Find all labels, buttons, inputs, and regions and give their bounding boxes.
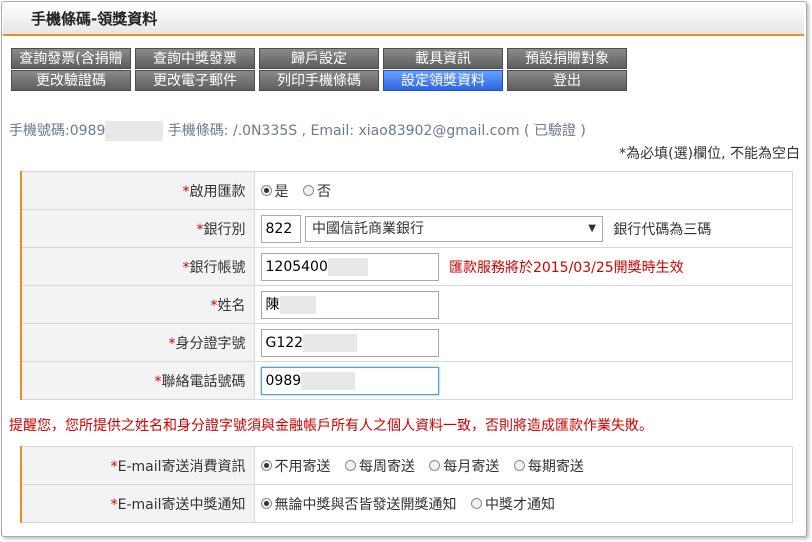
form-row-consume-email: *E-mail寄送消費資訊 不用寄送 每周寄送 每月寄送 每期寄送 (20, 446, 793, 485)
barcode-email-text: 手機條碼: /.0N335S , Email: xiao83902@gmail.… (167, 123, 586, 139)
chevron-down-icon: ▼ (588, 222, 596, 234)
phone-input[interactable]: 0989 (260, 366, 439, 395)
bank-name-select[interactable]: 中國信託商業銀行 ▼ (304, 215, 603, 242)
prize-email-options: 無論中獎與否皆發送開獎通知 中獎才通知 (253, 484, 793, 523)
bank-code-hint: 銀行代碼為三碼 (613, 221, 712, 238)
form-row-name: *姓名 陳 (20, 285, 793, 324)
remit-effective-notice: 匯款服務將於2015/03/25開獎時生效 (448, 259, 684, 276)
form-row-account: *銀行帳號 1205400 匯款服務將於2015/03/25開獎時生效 (20, 247, 793, 286)
nav-logout-button[interactable]: 登出 (507, 70, 627, 91)
account-fields: 1205400 匯款服務將於2015/03/25開獎時生效 (253, 247, 793, 286)
bank-account-input[interactable]: 1205400 (260, 252, 439, 281)
required-note: *為必填(選)欄位, 不能為空白 (619, 146, 800, 162)
consume-weekly-radio[interactable] (344, 460, 356, 471)
name-field-cell: 陳 (253, 285, 793, 324)
tel-field-cell: 0989 (253, 361, 793, 400)
account-info: 手機號碼:0989 手機條碼: /.0N335S , Email: xiao83… (9, 120, 586, 141)
page-header: 手機條碼-領獎資料 (3, 2, 804, 36)
prize-always-radio[interactable] (260, 498, 272, 509)
nav-default-donee-button[interactable]: 預設捐贈對象 (507, 48, 627, 69)
tel-label: *聯絡電話號碼 (20, 361, 255, 400)
nav-row-1: 查詢發票(含捐贈 查詢中獎發票 歸戶設定 載具資訊 預設捐贈對象 (11, 48, 627, 69)
consume-none-radio[interactable] (260, 460, 272, 471)
form-row-id: *身分證字號 G122 (20, 323, 793, 362)
form-row-tel: *聯絡電話號碼 0989 (20, 361, 793, 400)
email-settings-form: *E-mail寄送消費資訊 不用寄送 每周寄送 每月寄送 每期寄送 *E-mai… (20, 446, 793, 523)
consume-monthly-radio[interactable] (429, 460, 441, 471)
nav-carrier-info-button[interactable]: 載具資訊 (383, 48, 503, 69)
bank-info-form: *啟用匯款 是 否 *銀行別 822 中國信託商業銀行 ▼ 銀行代碼為三碼 *銀行… (20, 171, 793, 400)
bank-fields: 822 中國信託商業銀行 ▼ 銀行代碼為三碼 (253, 209, 793, 248)
name-input[interactable]: 陳 (260, 290, 439, 319)
prize-win-only-radio[interactable] (470, 498, 482, 509)
remit-options: 是 否 (253, 171, 793, 210)
bank-code-input[interactable]: 822 (260, 214, 301, 243)
nav-menu: 查詢發票(含捐贈 查詢中獎發票 歸戶設定 載具資訊 預設捐贈對象 更改驗證碼 更… (11, 48, 627, 91)
id-label: *身分證字號 (20, 323, 255, 362)
account-label: *銀行帳號 (20, 247, 255, 286)
consume-period-radio[interactable] (513, 460, 525, 471)
consume-email-label: *E-mail寄送消費資訊 (20, 446, 255, 485)
nav-change-code-button[interactable]: 更改驗證碼 (11, 70, 131, 91)
nav-assign-button[interactable]: 歸戶設定 (259, 48, 379, 69)
form-row-bank: *銀行別 822 中國信託商業銀行 ▼ 銀行代碼為三碼 (20, 209, 793, 248)
nav-prize-settings-button[interactable]: 設定領獎資料 (383, 70, 503, 91)
nav-winning-invoices-button[interactable]: 查詢中獎發票 (135, 48, 255, 69)
nav-change-email-button[interactable]: 更改電子郵件 (135, 70, 255, 91)
nav-print-barcode-button[interactable]: 列印手機條碼 (259, 70, 379, 91)
consume-email-options: 不用寄送 每周寄送 每月寄送 每期寄送 (253, 446, 793, 485)
bank-label: *銀行別 (20, 209, 255, 248)
remit-no-radio[interactable] (302, 185, 314, 196)
id-field-cell: G122 (253, 323, 793, 362)
page-title: 手機條碼-領獎資料 (31, 10, 158, 28)
id-number-input[interactable]: G122 (260, 328, 439, 357)
nav-row-2: 更改驗證碼 更改電子郵件 列印手機條碼 設定領獎資料 登出 (11, 70, 627, 91)
prize-email-label: *E-mail寄送中獎通知 (20, 484, 255, 523)
remit-label: *啟用匯款 (20, 171, 255, 210)
redacted-block (105, 121, 164, 141)
warning-text: 提醒您，您所提供之姓名和身分證字號須與金融帳戶所有人之個人資料一致，否則將造成匯… (9, 418, 653, 434)
form-row-remit: *啟用匯款 是 否 (20, 171, 793, 210)
phone-number-text: 手機號碼:0989 (9, 123, 106, 139)
remit-yes-radio[interactable] (260, 185, 272, 196)
name-label: *姓名 (20, 285, 255, 324)
nav-query-invoices-button[interactable]: 查詢發票(含捐贈 (11, 48, 131, 69)
form-row-prize-email: *E-mail寄送中獎通知 無論中獎與否皆發送開獎通知 中獎才通知 (20, 484, 793, 523)
